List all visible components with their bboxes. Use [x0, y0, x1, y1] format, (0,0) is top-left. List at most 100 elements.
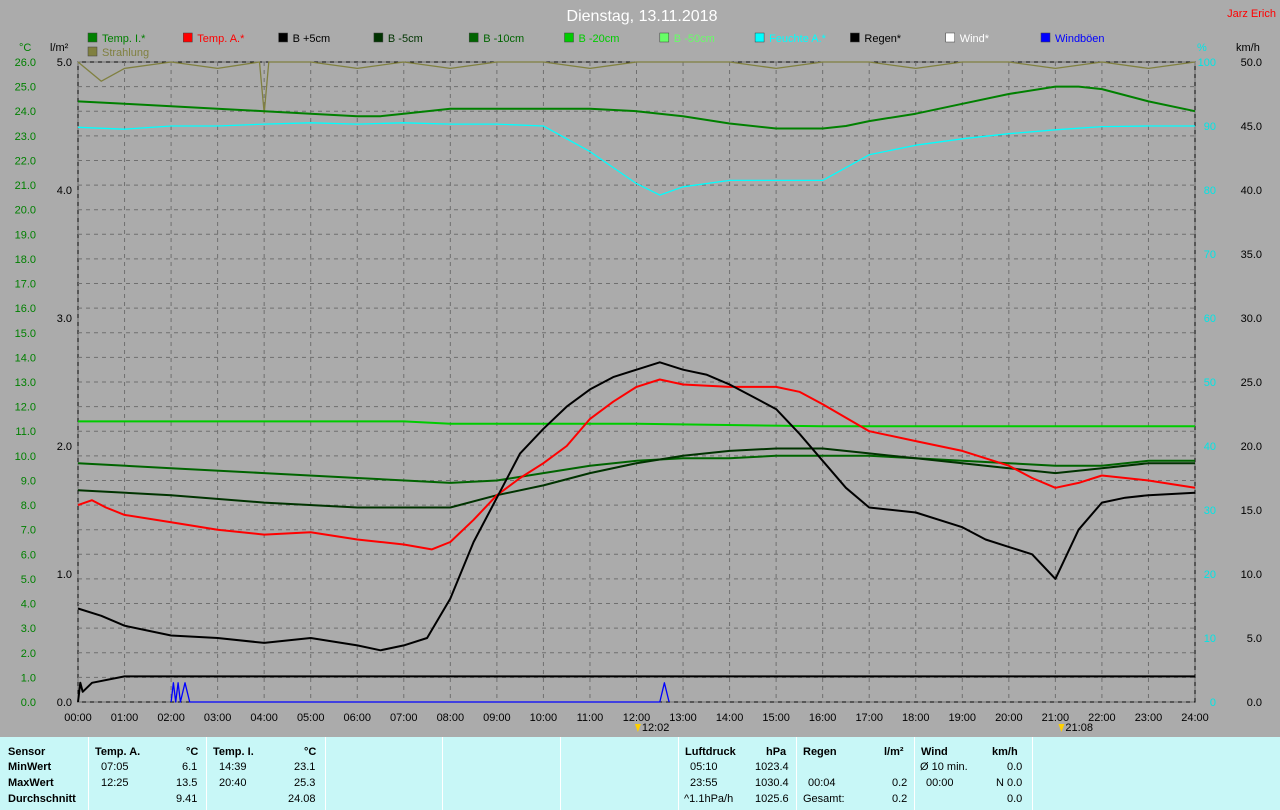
wind-tick-label: 50.0: [1241, 57, 1262, 69]
row-label-sensor: Sensor: [8, 746, 46, 758]
legend-label: B -20cm: [579, 33, 620, 45]
wind-tick-label: 15.0: [1241, 505, 1262, 517]
temp-tick-label: 19.0: [15, 229, 36, 241]
temp-a-max: 13.5: [176, 777, 198, 789]
legend-label: B -10cm: [483, 33, 524, 45]
chart-legend: Temp. I.* Temp. A.* B +5cm B -5cm B -10cm B -…: [87, 32, 1105, 59]
wind-min: 0.0: [1007, 761, 1023, 773]
temp-tick-label: 20.0: [15, 205, 36, 217]
x-tick-label: 11:00: [577, 712, 604, 724]
pressure-avg: 1025.6: [755, 793, 789, 805]
temp-tick-label: 15.0: [15, 328, 36, 340]
x-tick-label: 06:00: [343, 712, 371, 724]
sun-marker-label: 21:08: [1065, 722, 1093, 734]
rain-max-time: 00:04: [808, 777, 836, 789]
rain-unit: l/m²: [884, 746, 904, 758]
rain-tick-label: 5.0: [57, 57, 72, 69]
humidity-tick-label: 20: [1204, 569, 1216, 581]
temp-tick-label: 12.0: [15, 402, 36, 414]
x-tick-label: 01:00: [111, 712, 139, 724]
wind-tick-label: 5.0: [1247, 633, 1262, 645]
x-tick-label: 00:00: [64, 712, 92, 724]
pressure-trend: ^1.1hPa/h: [684, 793, 734, 805]
legend-swatch: [183, 32, 193, 43]
temp-i-max: 25.3: [294, 777, 316, 789]
temp-tick-label: 11.0: [15, 426, 36, 438]
temp-tick-label: 24.0: [15, 106, 36, 118]
rain-tick-label: 4.0: [57, 185, 72, 197]
temp-i-min-time: 14:39: [219, 761, 247, 773]
x-tick-label: 09:00: [483, 712, 511, 724]
legend-label: Feuchte A.*: [769, 33, 827, 45]
temp-a-max-time: 12:25: [101, 777, 129, 789]
x-tick-label: 03:00: [204, 712, 232, 724]
sun-marker-label: 12:02: [642, 722, 670, 734]
wind-tick-label: 0.0: [1247, 697, 1262, 709]
x-tick-label: 07:00: [390, 712, 418, 724]
pressure-title: Luftdruck: [685, 746, 736, 758]
temp-tick-label: 14.0: [15, 352, 36, 364]
row-label-avg: Durchschnitt: [8, 793, 76, 805]
rain-unit: l/m²: [50, 42, 69, 54]
legend-swatch: [945, 32, 955, 43]
humidity-tick-label: 10: [1204, 633, 1216, 645]
legend-label: Temp. A.*: [197, 33, 245, 45]
legend-swatch: [87, 32, 98, 43]
temp-i-title: Temp. I.: [213, 746, 254, 758]
rain-tick-label: 2.0: [57, 441, 72, 453]
legend-swatch: [564, 32, 574, 43]
humidity-unit: %: [1197, 42, 1207, 54]
temp-tick-label: 16.0: [15, 303, 36, 315]
legend-swatch: [468, 32, 479, 43]
sun-marker-icon: [1058, 724, 1065, 732]
legend-label: Regen*: [864, 33, 901, 45]
legend-label: Temp. I.*: [102, 33, 146, 45]
legend-label: Windböen: [1055, 33, 1105, 45]
x-tick-label: 02:00: [157, 712, 185, 724]
chart-title: Dienstag, 13.11.2018: [567, 8, 718, 25]
pressure-min-time: 05:10: [690, 761, 718, 773]
x-tick-label: 15:00: [762, 712, 790, 724]
x-tick-label: 04:00: [250, 712, 278, 724]
humidity-tick-label: 90: [1204, 121, 1216, 133]
legend-label: Wind*: [960, 33, 990, 45]
x-tick-label: 10:00: [530, 712, 558, 724]
humidity-tick-label: 0: [1210, 697, 1216, 709]
wind-max: N 0.0: [996, 777, 1023, 789]
x-tick-label: 08:00: [437, 712, 465, 724]
temp-tick-label: 6.0: [21, 549, 36, 561]
wind-max-time: 00:00: [926, 777, 954, 789]
legend-swatch: [1040, 32, 1051, 43]
temp-tick-label: 18.0: [15, 254, 36, 266]
wind-tick-label: 20.0: [1241, 441, 1262, 453]
x-tick-label: 17:00: [855, 712, 883, 724]
temp-tick-label: 23.0: [15, 131, 36, 143]
temp-tick-label: 22.0: [15, 155, 36, 167]
rain-max: 0.2: [892, 777, 908, 789]
humidity-tick-label: 70: [1204, 249, 1216, 261]
temp-tick-label: 7.0: [21, 525, 36, 537]
legend-label: Strahlung: [102, 47, 149, 59]
x-tick-label: 13:00: [669, 712, 697, 724]
axis-ticks: 26.0 25.0 24.0 23.0 22.0 21.0 20.0 19.0 18.0 17.0…: [15, 57, 1262, 724]
temp-tick-label: 13.0: [15, 377, 36, 389]
temp-tick-label: 2.0: [21, 648, 36, 660]
legend-swatch: [659, 32, 670, 43]
wind-tick-label: 40.0: [1241, 185, 1262, 197]
wind-tick-label: 10.0: [1241, 569, 1262, 581]
temp-tick-label: 17.0: [15, 279, 36, 291]
row-label-max: MaxWert: [8, 777, 54, 789]
statistics-panel: Sensor MinWert MaxWert Durchschnitt Temp…: [0, 737, 1280, 810]
temp-tick-label: 1.0: [21, 672, 36, 684]
wind-unit: km/h: [1236, 42, 1260, 54]
pressure-max-time: 23:55: [690, 777, 718, 789]
temp-i-max-time: 20:40: [219, 777, 247, 789]
temp-tick-label: 21.0: [15, 180, 36, 192]
rain-tick-label: 3.0: [57, 313, 72, 325]
wind-avg: 0.0: [1007, 793, 1023, 805]
rain-tick-label: 1.0: [57, 569, 72, 581]
humidity-tick-label: 50: [1204, 377, 1216, 389]
humidity-tick-label: 80: [1204, 185, 1216, 197]
temp-tick-label: 25.0: [15, 82, 36, 94]
legend-swatch: [278, 32, 288, 43]
